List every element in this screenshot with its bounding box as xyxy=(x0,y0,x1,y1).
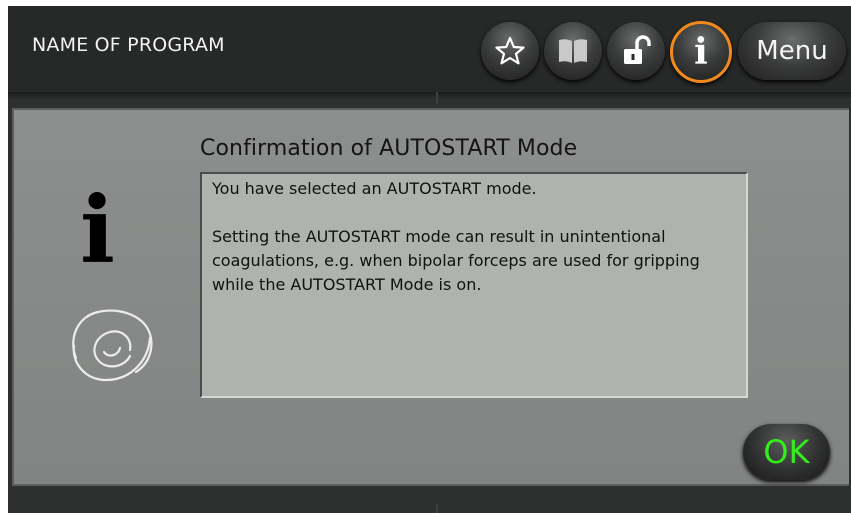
info-icon: i xyxy=(694,31,708,73)
unlock-button[interactable] xyxy=(607,22,665,80)
dialog-info-icon: i xyxy=(80,176,115,284)
program-name: NAME OF PROGRAM xyxy=(32,34,225,56)
book-icon xyxy=(559,39,587,63)
dialog-title: Confirmation of AUTOSTART Mode xyxy=(200,136,578,161)
top-bar: NAME OF PROGRAM i Menu xyxy=(8,6,851,92)
divider xyxy=(436,92,438,104)
divider xyxy=(436,504,438,513)
manual-button[interactable] xyxy=(544,22,602,80)
menu-button[interactable]: Menu xyxy=(738,22,846,80)
top-bar-divider xyxy=(8,92,851,100)
star-icon xyxy=(495,36,525,65)
info-button[interactable]: i xyxy=(670,21,732,83)
ok-button[interactable]: OK xyxy=(743,424,830,480)
message-line: Setting the AUTOSTART mode can result in… xyxy=(212,227,700,294)
favorite-button[interactable] xyxy=(481,22,539,80)
brand-logo-icon xyxy=(72,309,153,382)
message-line: You have selected an AUTOSTART mode. xyxy=(212,179,537,198)
unlock-icon xyxy=(624,35,651,64)
message-box: You have selected an AUTOSTART mode. Set… xyxy=(200,172,748,398)
